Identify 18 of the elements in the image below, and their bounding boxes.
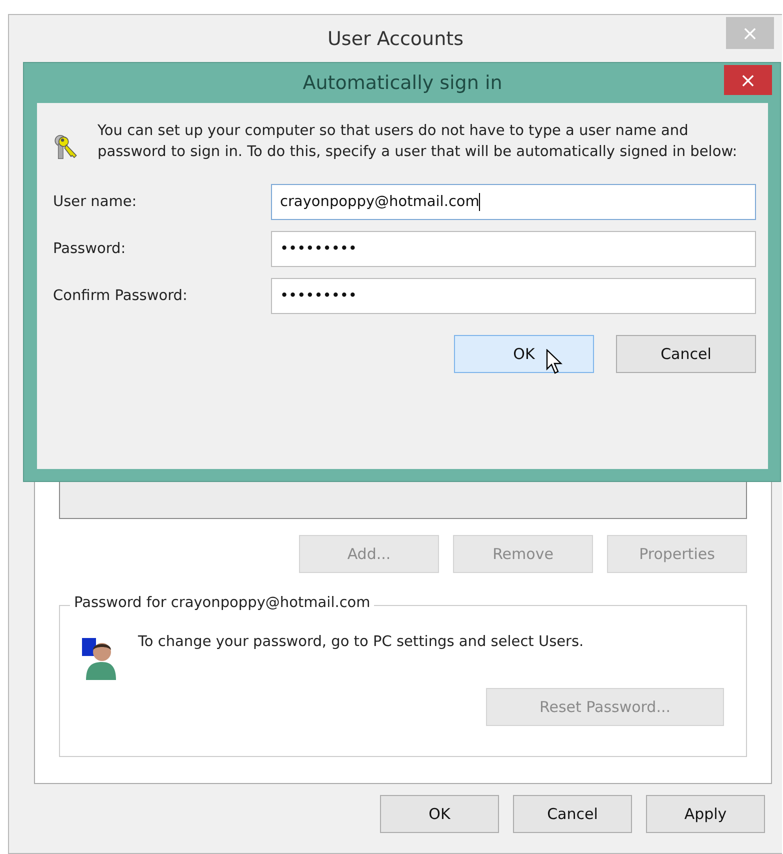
dialog-title: Automatically sign in: [302, 72, 502, 94]
window-title: User Accounts: [328, 28, 464, 50]
dialog-button[interactable]: Apply: [646, 795, 765, 833]
password-message: To change your password, go to PC settings and select Users.: [138, 634, 584, 650]
instruction-text: You can set up your computer so that users do not have to type a user name and password to sign in. To do this, specify a user that will be automatically signed in below:: [98, 122, 738, 162]
group-title: Password for crayonpoppy@hotmail.com: [70, 595, 374, 611]
field-label: Confirm Password:: [53, 288, 188, 304]
cursor-icon: [546, 349, 564, 375]
field-label: Password:: [53, 241, 127, 257]
dialog-button[interactable]: OK: [454, 335, 594, 373]
input-field[interactable]: crayonpoppy@hotmail.com: [271, 184, 756, 220]
input-field[interactable]: •••••••••: [271, 278, 756, 314]
field-label: User name:: [53, 194, 138, 210]
dialog-button[interactable]: OK: [380, 795, 499, 833]
close-button[interactable]: ×: [724, 65, 772, 95]
dialog-button[interactable]: Cancel: [513, 795, 632, 833]
dialog-button[interactable]: Cancel: [616, 335, 756, 373]
input-field[interactable]: •••••••••: [271, 231, 756, 267]
